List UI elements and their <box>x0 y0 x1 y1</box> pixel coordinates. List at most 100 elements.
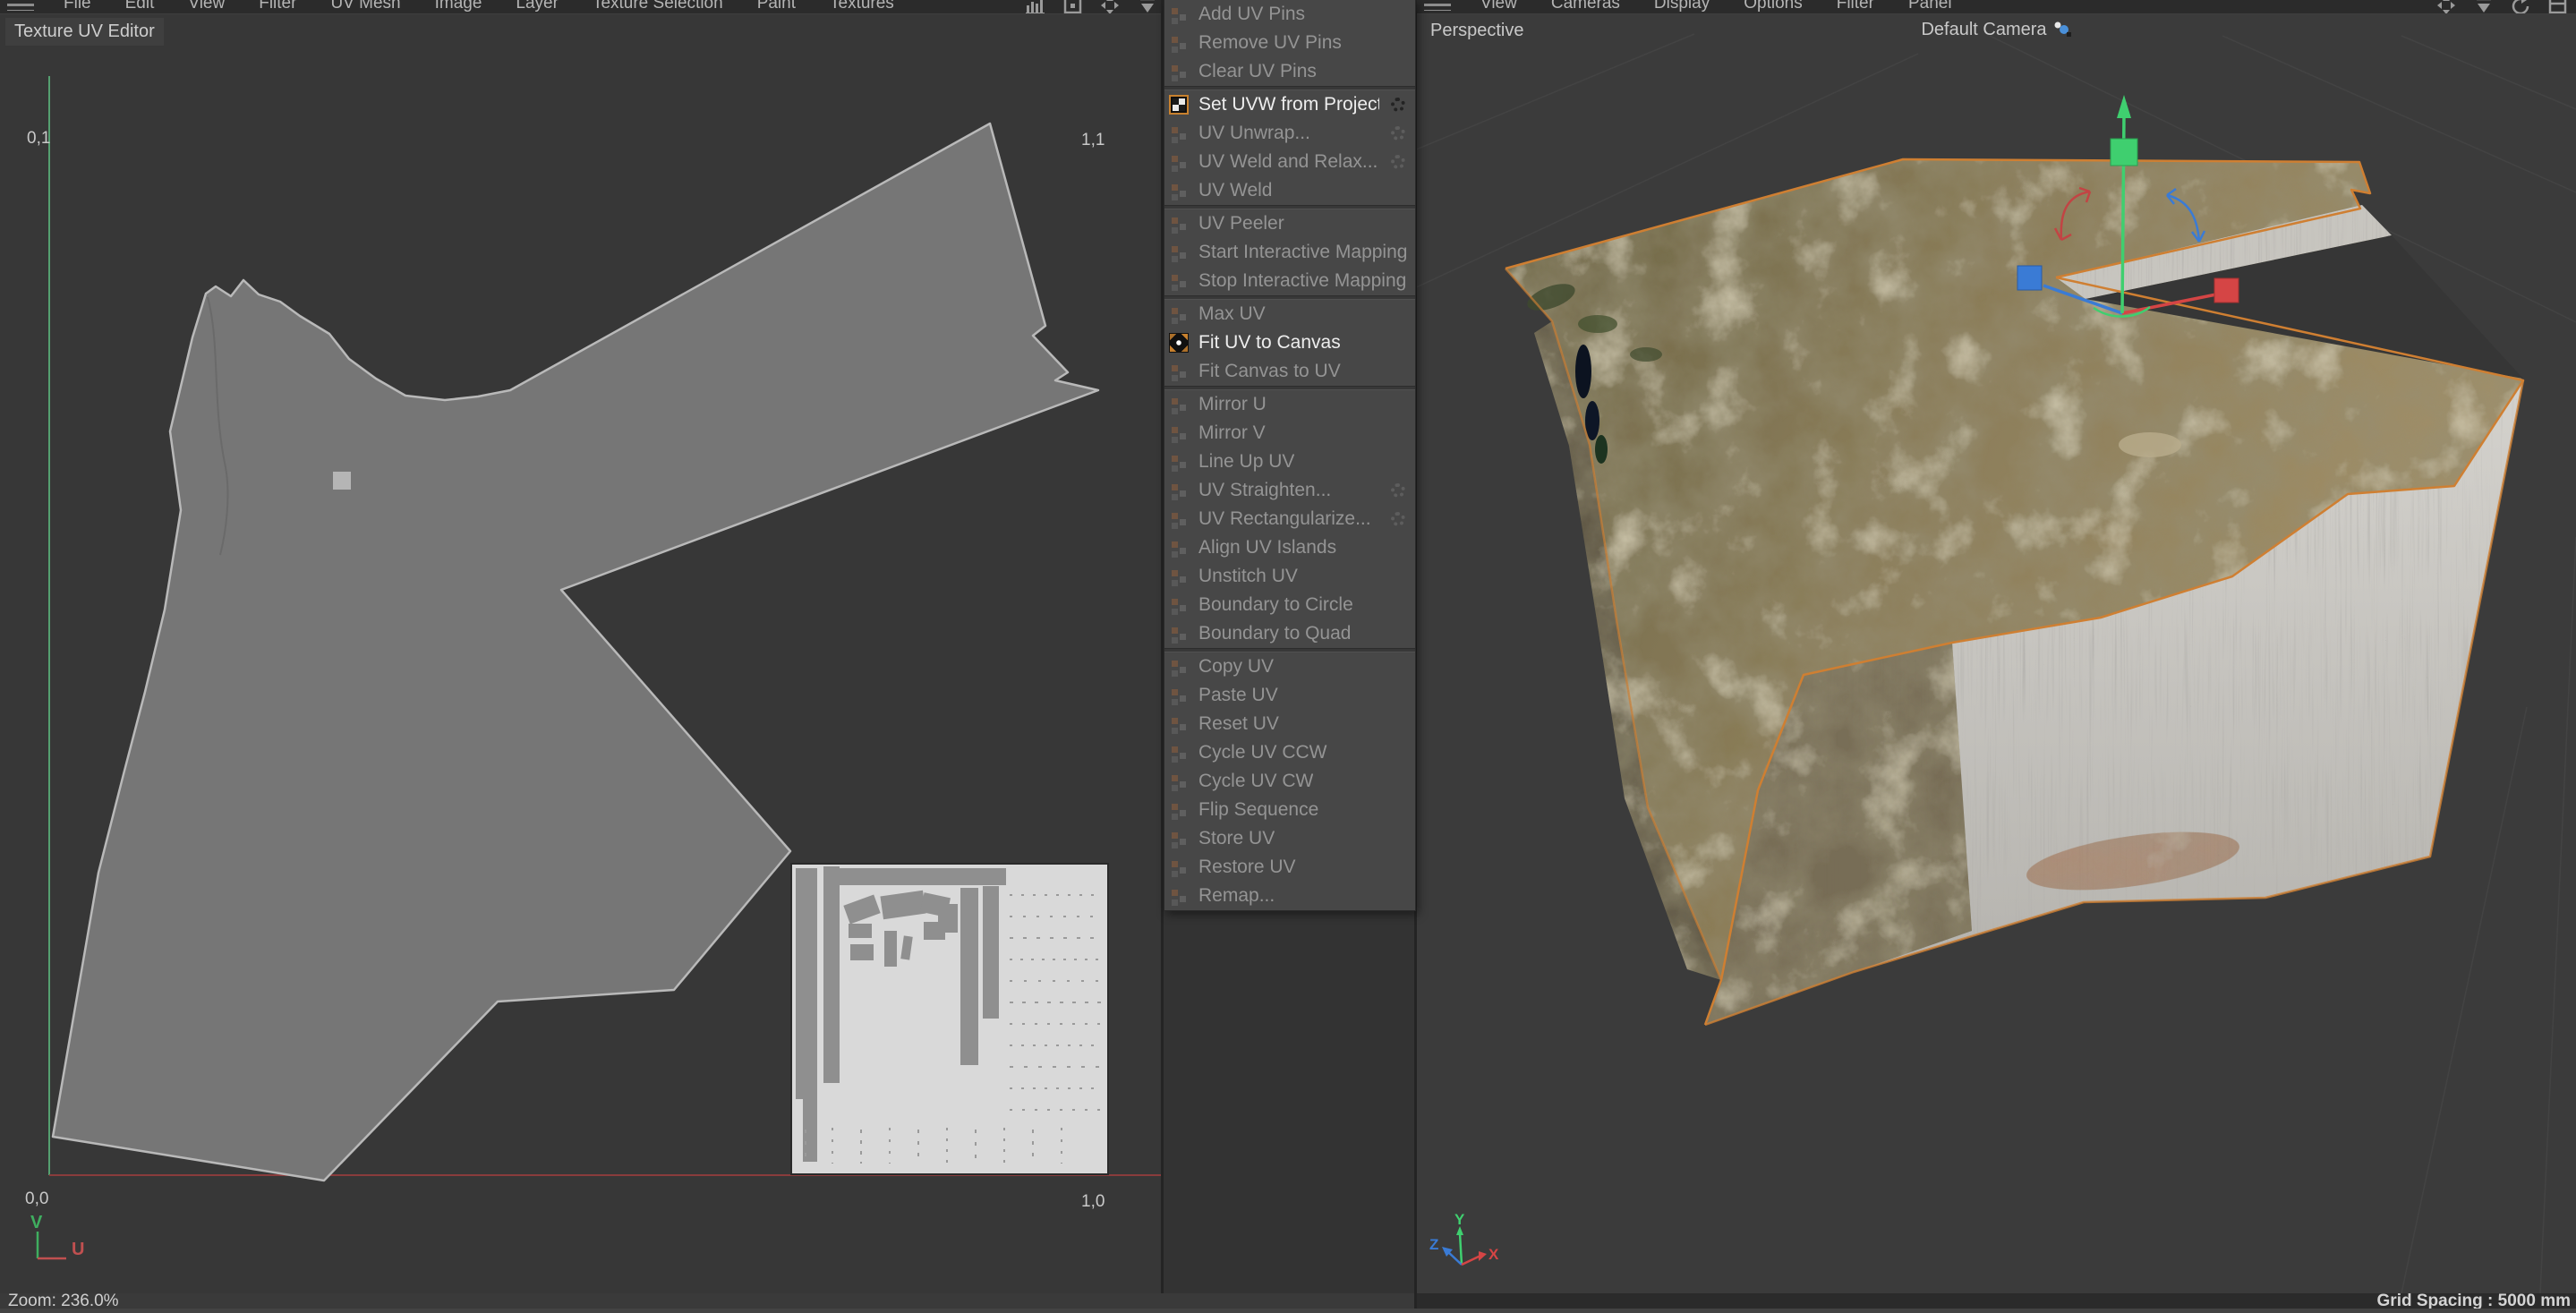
store-uv-icon <box>1169 829 1189 848</box>
menu-item[interactable]: Paste UV <box>1164 681 1415 710</box>
pan-view-icon[interactable] <box>1098 0 1122 14</box>
menu-item[interactable]: Cycle UV CCW <box>1164 738 1415 767</box>
gear-options-icon[interactable] <box>1389 153 1407 171</box>
fit-canvas-icon <box>1169 362 1189 381</box>
menu-item[interactable]: Remove UV Pins <box>1164 29 1415 57</box>
menu-item[interactable]: Stop Interactive Mapping <box>1164 267 1415 295</box>
window-bottom-edge <box>0 1309 2576 1313</box>
menu-item[interactable]: Store UV <box>1164 824 1415 853</box>
svg-text:X: X <box>1488 1246 1499 1263</box>
pan-view-icon[interactable] <box>2435 0 2458 14</box>
grid-spacing-status: Grid Spacing : 5000 mm <box>1417 1293 2576 1309</box>
camera-icon[interactable] <box>2052 21 2072 43</box>
gear-options-icon[interactable] <box>1389 510 1407 528</box>
menu-item[interactable]: Flip Sequence <box>1164 796 1415 824</box>
svg-text:Z: Z <box>1429 1236 1438 1253</box>
uv-corner-label-01: 0,1 <box>27 129 50 148</box>
cycle-uv-ccw-icon <box>1169 743 1189 763</box>
menubar-item[interactable]: Paint <box>740 0 813 13</box>
menubar-item[interactable]: UV Mesh <box>313 0 417 13</box>
dolly-view-icon[interactable] <box>1136 0 1159 14</box>
uv-texture-preview <box>791 864 1108 1174</box>
gear-options-icon[interactable] <box>1389 124 1407 142</box>
menu-item[interactable]: Set UVW from Projection... <box>1164 90 1415 119</box>
menubar-item[interactable]: Textures <box>813 0 911 13</box>
menubar-item[interactable]: Panel <box>1891 0 1969 13</box>
align-uv-islands-icon <box>1169 538 1189 558</box>
menubar-item[interactable]: Cameras <box>1534 0 1637 13</box>
gear-options-icon[interactable] <box>1389 96 1407 114</box>
svg-text:U: U <box>72 1240 84 1259</box>
menu-item[interactable]: UV Rectangularize... <box>1164 505 1415 533</box>
unwrap-icon <box>1169 124 1189 143</box>
menu-item[interactable]: Boundary to Circle <box>1164 591 1415 619</box>
reset-uv-icon <box>1169 714 1189 734</box>
menu-item[interactable]: UV Peeler <box>1164 209 1415 238</box>
menubar-item[interactable]: Texture Selection <box>576 0 740 13</box>
menu-item[interactable]: UV Weld and Relax... <box>1164 148 1415 176</box>
menu-item[interactable]: Boundary to Quad <box>1164 619 1415 648</box>
menu-item[interactable]: Max UV <box>1164 300 1415 328</box>
uv-selected-point[interactable] <box>333 472 351 490</box>
mirror-u-icon <box>1169 395 1189 414</box>
menu-item[interactable]: Clear UV Pins <box>1164 57 1415 86</box>
dolly-view-icon[interactable] <box>2472 0 2495 14</box>
rotate-view-icon[interactable] <box>2510 0 2533 14</box>
frame-region-icon[interactable] <box>1062 0 1084 14</box>
menu-item[interactable]: Copy UV <box>1164 652 1415 681</box>
menu-item[interactable]: Fit UV to Canvas <box>1164 328 1415 357</box>
menu-item[interactable]: Add UV Pins <box>1164 0 1415 29</box>
menubar-item[interactable]: View <box>171 0 242 13</box>
max-uv-icon <box>1169 304 1189 324</box>
menu-item[interactable]: Mirror V <box>1164 419 1415 448</box>
menubar-item[interactable]: Options <box>1727 0 1819 13</box>
gizmo-z-handle[interactable] <box>2017 266 2042 290</box>
toggle-panel-icon[interactable] <box>2547 0 2569 14</box>
menu-item[interactable]: Restore UV <box>1164 853 1415 882</box>
menubar-item[interactable]: Filter <box>1820 0 1891 13</box>
histogram-icon[interactable] <box>1025 0 1048 14</box>
menubar-item[interactable]: View <box>1463 0 1534 13</box>
menu-item[interactable]: Align UV Islands <box>1164 533 1415 562</box>
gizmo-x-handle[interactable] <box>2214 278 2239 303</box>
menubar-item[interactable]: Edit <box>108 0 172 13</box>
gear-options-icon[interactable] <box>1389 482 1407 499</box>
menu-item[interactable]: Reset UV <box>1164 710 1415 738</box>
menu-item[interactable]: Cycle UV CW <box>1164 767 1415 796</box>
menu-item[interactable]: Fit Canvas to UV <box>1164 357 1415 386</box>
menu-item[interactable]: Line Up UV <box>1164 448 1415 476</box>
menu-item[interactable]: Remap... <box>1164 882 1415 910</box>
mirror-v-icon <box>1169 423 1189 443</box>
menubar-item[interactable]: Layer <box>499 0 576 13</box>
flip-sequence-icon <box>1169 800 1189 820</box>
menubar-item[interactable]: Image <box>418 0 499 13</box>
viewport-menu-items: ViewCamerasDisplayOptionsFilterPanel <box>1463 0 1969 13</box>
dead-sea-water <box>1575 345 1591 398</box>
menubar-item[interactable]: Filter <box>242 0 313 13</box>
unstitch-uv-icon <box>1169 567 1189 586</box>
uv-rectangularize-icon <box>1169 509 1189 529</box>
active-camera-label[interactable]: Default Camera <box>1417 20 2576 43</box>
uv-editor-canvas[interactable]: 0,1 1,1 0,0 1,0 V U <box>0 0 1164 1293</box>
uv-commands-menu: Add UV Pins Remove UV Pins Clear UV Pins… <box>1164 0 1416 911</box>
menubar-item[interactable]: Display <box>1637 0 1727 13</box>
uv-corner-label-11: 1,1 <box>1081 131 1105 149</box>
hamburger-menu-icon[interactable] <box>7 0 34 11</box>
perspective-viewport[interactable]: Y Z X <box>1417 0 2576 1293</box>
uv-editor-menu-items: FileEditViewFilterUV MeshImageLayerTextu… <box>47 0 911 13</box>
menu-item[interactable]: Unstitch UV <box>1164 562 1415 591</box>
menu-item[interactable]: UV Unwrap... <box>1164 119 1415 148</box>
menu-item[interactable]: UV Weld <box>1164 176 1415 205</box>
weld-icon <box>1169 181 1189 200</box>
camera-name: Default Camera <box>1921 20 2046 39</box>
pin-add-icon <box>1169 4 1189 24</box>
uv-straighten-icon <box>1169 481 1189 500</box>
menu-item[interactable]: UV Straighten... <box>1164 476 1415 505</box>
gizmo-y-handle[interactable] <box>2111 139 2137 166</box>
fit-uv-icon <box>1169 333 1189 353</box>
weld-relax-icon <box>1169 152 1189 172</box>
menu-item[interactable]: Start Interactive Mapping <box>1164 238 1415 267</box>
menubar-item[interactable]: File <box>47 0 108 13</box>
menu-item[interactable]: Mirror U <box>1164 390 1415 419</box>
hamburger-menu-icon[interactable] <box>1424 0 1451 11</box>
